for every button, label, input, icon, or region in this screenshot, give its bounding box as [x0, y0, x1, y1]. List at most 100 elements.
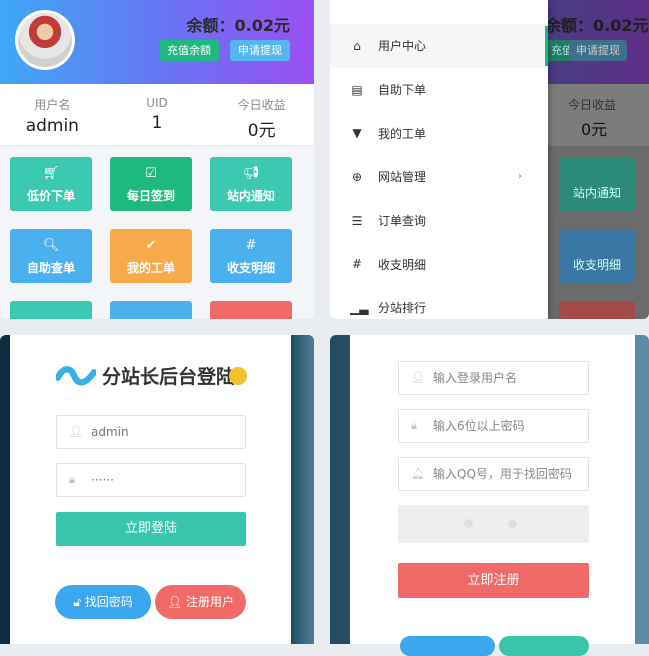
password-value: ······: [91, 473, 114, 487]
register-username-field[interactable]: 👤︎ 输入登录用户名: [398, 361, 589, 395]
menu-active-accent: [545, 26, 548, 66]
register-username-placeholder: 输入登录用户名: [433, 371, 518, 385]
partial-button-right[interactable]: [499, 636, 589, 656]
menu-item-label: 收支明细: [378, 257, 427, 272]
tile-cheap-order[interactable]: 🛒︎ 低价下单: [10, 157, 92, 211]
menu-item-label: 订单查询: [378, 214, 427, 229]
register-qq-placeholder: 输入QQ号，用于找回密码: [433, 467, 572, 481]
bag-icon: ▤: [351, 82, 363, 97]
captcha-dot: [508, 519, 517, 528]
stats-row: 用户名 admin UID 1 今日收益 0元: [0, 84, 314, 146]
menu-item-self-order[interactable]: ▤ 自助下单: [330, 68, 548, 112]
bell-icon: 🔔︎: [411, 467, 425, 480]
lock-icon: 🔒︎: [69, 473, 75, 486]
logo-wave-icon: [56, 366, 96, 386]
stat-label: UID: [146, 96, 168, 110]
menu-item-user-center[interactable]: ⌂ 用户中心: [330, 24, 548, 68]
tile-daily-checkin[interactable]: ☑ 每日签到: [110, 157, 192, 211]
recharge-button[interactable]: 充值余额: [159, 40, 219, 61]
login-button[interactable]: 立即登陆: [56, 512, 246, 546]
stat-value: 1: [151, 113, 163, 133]
captcha-widget[interactable]: [398, 505, 589, 543]
tile-partial-2[interactable]: [110, 301, 192, 319]
register-password-placeholder: 输入6位以上密码: [433, 419, 525, 433]
globe-icon: ⊕: [351, 169, 363, 184]
chevron-right-icon: ›: [518, 171, 522, 183]
menu-item-my-tickets[interactable]: ▼ 我的工单: [330, 111, 548, 155]
register-qq-field[interactable]: 🔔︎ 输入QQ号，用于找回密码: [398, 457, 589, 491]
password-field[interactable]: 🔒︎ ······: [56, 463, 246, 497]
stat-label: 用户名: [34, 98, 71, 112]
login-title: 分站长后台登陆: [102, 366, 236, 388]
dashboard-header: 余额：0.02元 充值余额 申请提现: [0, 0, 314, 84]
unlock-icon: 🔓︎: [73, 595, 81, 609]
menu-item-label: 用户中心: [378, 39, 427, 54]
username-field[interactable]: 👤︎ admin: [56, 415, 246, 449]
dimmed-tile-notice: 站内通知: [559, 157, 635, 211]
balance-text: 余额：0.02元: [186, 16, 290, 35]
avatar[interactable]: [15, 10, 75, 70]
menu-item-order-query[interactable]: ☰ 订单查询: [330, 199, 548, 243]
tile-partial-3[interactable]: [210, 301, 292, 319]
register-user-label: 注册用户: [186, 595, 235, 609]
tile-self-query[interactable]: 🔍︎ 自助查单: [10, 229, 92, 283]
hash-icon: #: [245, 238, 257, 253]
menu-item-substation-rank[interactable]: ▁▃ 分站排行: [330, 286, 548, 319]
menu-item-label: 分站排行: [378, 301, 427, 316]
hash-icon: #: [351, 257, 363, 272]
register-password-field[interactable]: 🔒︎ 输入6位以上密码: [398, 409, 589, 443]
register-user-button[interactable]: 👤︎ 注册用户: [155, 585, 246, 619]
megaphone-icon: 📢︎: [242, 166, 260, 181]
tile-label: 低价下单: [26, 189, 75, 203]
tile-label: 每日签到: [126, 189, 175, 203]
dimmed-stats: 今日收益 0元: [548, 84, 649, 146]
stat-username: 用户名 admin: [0, 84, 105, 145]
home-icon: ⌂: [353, 38, 361, 53]
shield-check-icon: ▼: [352, 126, 362, 141]
withdraw-button[interactable]: 申请提现: [230, 40, 290, 61]
sun-icon: [229, 367, 247, 385]
forgot-password-label: 找回密码: [84, 595, 133, 609]
cart-icon: 🛒︎: [42, 166, 60, 181]
dimmed-withdraw: 申请提现: [569, 40, 627, 61]
username-value: admin: [91, 425, 129, 439]
user-icon: 👤︎: [69, 425, 83, 438]
background-strip: [291, 335, 314, 644]
lock-icon: 🔒︎: [411, 419, 417, 432]
tile-label: 收支明细: [226, 261, 275, 275]
list-icon: ☰: [351, 213, 363, 228]
tile-label: 站内通知: [226, 189, 275, 203]
dimmed-tile-partial: [559, 301, 635, 319]
avatar-image: [18, 13, 72, 67]
stat-label: 今日收益: [237, 98, 286, 112]
user-icon: 👤︎: [411, 371, 425, 384]
dimmed-stat-label: 今日收益: [568, 98, 617, 112]
stat-value: admin: [25, 116, 79, 136]
dimmed-balance: 余额：0.02元: [545, 16, 649, 35]
tile-income-detail[interactable]: # 收支明细: [210, 229, 292, 283]
tile-label: 我的工单: [126, 261, 175, 275]
menu-item-label: 网站管理: [378, 170, 427, 185]
tile-partial-1[interactable]: [10, 301, 92, 319]
check-square-icon: ☑: [145, 166, 157, 181]
tile-site-notice[interactable]: 📢︎ 站内通知: [210, 157, 292, 211]
stat-uid: UID 1: [105, 84, 210, 145]
stat-value: 0元: [247, 121, 276, 141]
forgot-password-button[interactable]: 🔓︎ 找回密码: [55, 585, 151, 619]
register-button[interactable]: 立即注册: [398, 563, 589, 598]
user-icon: 👤︎: [166, 595, 183, 609]
menu-item-income-detail[interactable]: # 收支明细: [330, 242, 548, 286]
captcha-dot: [464, 519, 473, 528]
partial-button-left[interactable]: [400, 636, 495, 656]
tile-my-tickets[interactable]: ✔ 我的工单: [110, 229, 192, 283]
search-icon: 🔍︎: [42, 238, 60, 253]
checklist-icon: ✔: [145, 238, 157, 253]
dimmed-stat-value: 0元: [581, 120, 608, 139]
menu-item-site-manage[interactable]: ⊕ 网站管理 ›: [330, 155, 548, 199]
stat-today-income: 今日收益 0元: [209, 84, 314, 145]
dimmed-tile-income: 收支明细: [559, 229, 635, 283]
menu-item-label: 我的工单: [378, 126, 427, 141]
menu-item-label: 自助下单: [378, 83, 427, 98]
menu-panel: 余额：0.02元 充值余额 申请提现 今日收益 0元 站内通知 收支明细 ⌂ 用…: [330, 0, 649, 319]
bar-chart-icon: ▁▃: [350, 300, 369, 315]
